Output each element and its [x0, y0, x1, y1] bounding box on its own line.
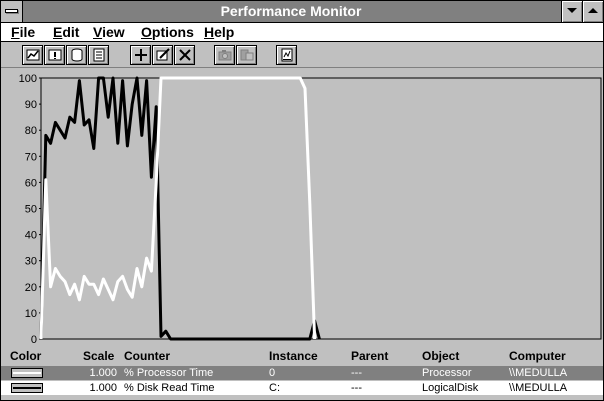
chart-view-button[interactable]: [22, 45, 43, 65]
legend-counter: % Disk Read Time: [124, 382, 215, 394]
y-tick-label: 80: [25, 125, 37, 137]
report-view-icon: [93, 48, 105, 62]
header-object: Object: [422, 349, 460, 363]
minimize-arrow-icon: [567, 8, 577, 13]
header-scale: Scale: [83, 349, 115, 363]
system-menu-icon: [5, 9, 18, 13]
menu-mnemonic: H: [204, 24, 215, 40]
menu-options[interactable]: Options: [141, 24, 194, 41]
y-tick-label: 40: [25, 230, 37, 242]
options-button[interactable]: [276, 45, 297, 65]
header-parent: Parent: [351, 349, 389, 363]
toolbar: [1, 42, 603, 68]
legend-object: Processor: [422, 367, 472, 379]
edit-counter-button[interactable]: [152, 45, 173, 65]
header-color: Color: [10, 349, 42, 363]
menu-edit[interactable]: Edit: [53, 24, 79, 41]
performance-chart: 1009080706050403020100: [19, 73, 602, 346]
header-computer: Computer: [509, 349, 566, 363]
legend-instance: 0: [269, 367, 276, 379]
y-tick-label: 10: [25, 308, 37, 320]
legend-object: LogicalDisk: [422, 382, 479, 394]
legend-scale: 1.000: [89, 382, 117, 394]
add-counter-icon: [135, 49, 147, 61]
alert-view-icon: [48, 49, 62, 61]
window-title: Performance Monitor: [220, 3, 362, 19]
legend-parent: ---: [351, 382, 362, 394]
menu-help[interactable]: Help: [204, 24, 234, 41]
bookmark-button[interactable]: [236, 45, 257, 65]
log-view-button[interactable]: [66, 45, 87, 65]
menu-mnemonic: E: [53, 24, 63, 40]
menu-mnemonic: V: [93, 24, 103, 40]
chart-view-icon: [26, 49, 40, 61]
header-counter: Counter: [124, 349, 170, 363]
legend-counter: % Processor Time: [124, 367, 214, 379]
options-icon: [281, 48, 293, 62]
menu-view[interactable]: View: [93, 24, 125, 41]
legend-row-disk[interactable]: 1.000 % Disk Read Time C: --- LogicalDis…: [1, 381, 603, 395]
menu-mnemonic: F: [11, 24, 20, 40]
y-tick-label: 100: [19, 73, 37, 85]
legend-instance: C:: [269, 382, 280, 394]
y-tick-label: 70: [25, 151, 37, 163]
system-menu-button[interactable]: [1, 1, 23, 22]
report-view-button[interactable]: [88, 45, 109, 65]
legend-header: Color Scale Counter Instance Parent Obje…: [1, 347, 603, 365]
legend-computer: \\MEDULLA: [509, 382, 568, 394]
y-tick-label: 30: [25, 256, 37, 268]
legend-color-swatch: [11, 383, 43, 393]
update-now-icon: [218, 50, 232, 61]
y-tick-label: 20: [25, 282, 37, 294]
y-tick-label: 50: [25, 204, 37, 216]
menu-file[interactable]: File: [11, 24, 35, 41]
y-tick-label: 90: [25, 99, 37, 111]
maximize-arrow-icon: [588, 8, 598, 13]
legend-color-swatch: [11, 368, 43, 378]
y-tick-label: 0: [31, 334, 37, 346]
log-view-icon: [71, 48, 83, 62]
delete-counter-button[interactable]: [174, 45, 195, 65]
legend-parent: ---: [351, 367, 362, 379]
header-instance: Instance: [269, 349, 318, 363]
bookmark-icon: [240, 49, 254, 61]
legend-row-processor[interactable]: 1.000 % Processor Time 0 --- Processor \…: [1, 366, 603, 380]
swatch-line: [13, 372, 41, 374]
menu-mnemonic: O: [141, 24, 152, 40]
performance-monitor-window: Performance Monitor File Edit View Optio…: [0, 0, 604, 401]
delete-counter-icon: [179, 49, 191, 61]
legend-computer: \\MEDULLA: [509, 367, 568, 379]
minimize-button[interactable]: [561, 1, 582, 22]
swatch-line: [13, 387, 41, 389]
menu-bar: File Edit View Options Help: [1, 23, 603, 42]
legend-scale: 1.000: [89, 367, 117, 379]
edit-counter-icon: [156, 48, 170, 61]
add-counter-button[interactable]: [130, 45, 151, 65]
title-bar[interactable]: Performance Monitor: [1, 1, 603, 23]
alert-view-button[interactable]: [44, 45, 65, 65]
y-tick-label: 60: [25, 177, 37, 189]
maximize-button[interactable]: [582, 1, 603, 22]
update-now-button[interactable]: [214, 45, 235, 65]
